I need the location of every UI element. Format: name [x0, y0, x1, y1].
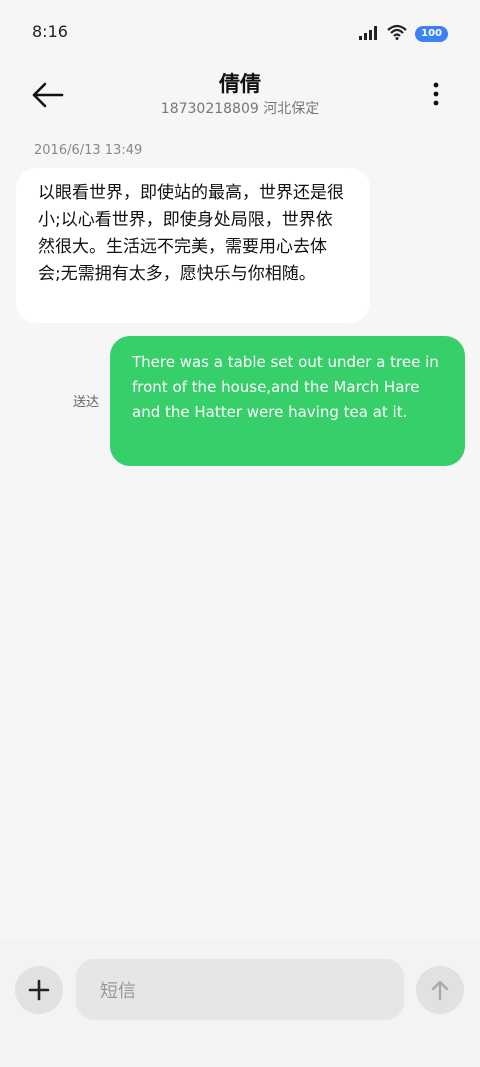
message-input-placeholder: 短信	[100, 980, 136, 1002]
wifi-icon	[387, 24, 407, 44]
more-options-button[interactable]	[428, 80, 444, 110]
message-input[interactable]: 短信	[76, 959, 404, 1020]
incoming-message[interactable]: 以眼看世界，即使站的最高，世界还是很小;以心看世界，即使身处局限，世界依然很大。…	[16, 168, 370, 323]
add-attachment-button[interactable]	[15, 966, 63, 1014]
signal-icon	[359, 25, 379, 44]
message-composer: 短信	[0, 940, 480, 1067]
message-timestamp: 2016/6/13 13:49	[34, 143, 143, 158]
outgoing-message[interactable]: There was a table set out under a tree i…	[110, 336, 465, 466]
send-button[interactable]	[416, 966, 464, 1014]
status-bar: 8:16 100	[0, 0, 480, 60]
plus-icon	[28, 979, 50, 1001]
conversation-header: 倩倩 18730218809 河北保定	[0, 60, 480, 130]
contact-number: 18730218809 河北保定	[160, 101, 320, 117]
battery-icon: 100	[415, 26, 448, 42]
status-time: 8:16	[32, 22, 68, 41]
contact-name: 倩倩	[219, 72, 261, 96]
send-arrow-icon	[431, 980, 449, 1001]
delivery-status: 送达	[73, 395, 100, 410]
more-vertical-icon	[433, 82, 439, 106]
status-icons: 100	[359, 24, 448, 44]
